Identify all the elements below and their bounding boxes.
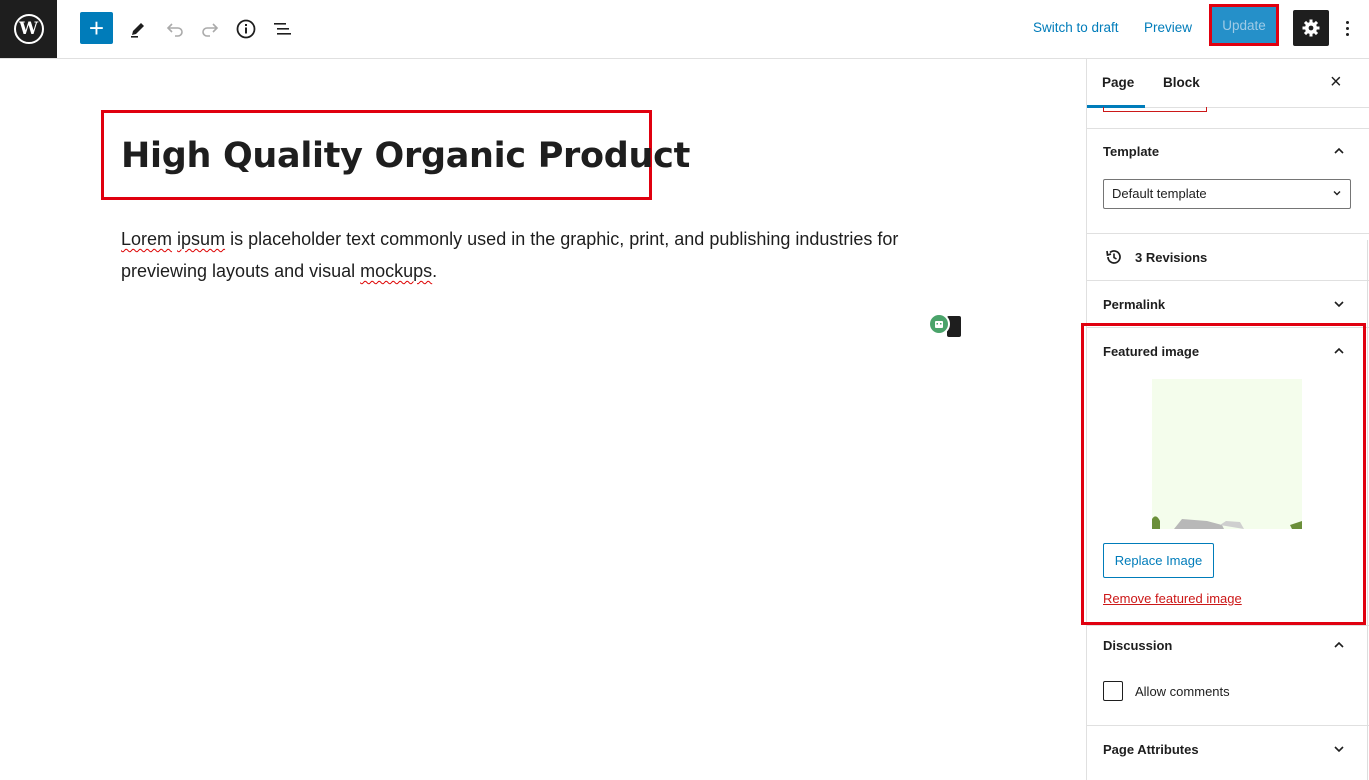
misspelled-word: mockups	[360, 261, 433, 281]
preview-button[interactable]: Preview	[1144, 20, 1192, 35]
redo-button[interactable]	[193, 12, 227, 46]
allow-comments-label: Allow comments	[1135, 684, 1230, 699]
options-menu-button[interactable]	[1338, 12, 1356, 44]
chevron-down-icon[interactable]	[1334, 299, 1344, 309]
previous-panel-remnant	[1103, 107, 1207, 112]
tab-block[interactable]: Block	[1163, 75, 1200, 90]
editor-toolbar: W + Switch to draft Preview Update	[0, 0, 1369, 59]
permalink-panel-title[interactable]: Permalink	[1103, 297, 1165, 312]
undo-button[interactable]	[158, 12, 192, 46]
kebab-icon	[1345, 20, 1349, 36]
gear-icon	[1302, 19, 1320, 37]
sidebar-scrollbar[interactable]	[1367, 240, 1368, 780]
post-title[interactable]: High Quality Organic Product	[121, 136, 690, 176]
paragraph-text-end: .	[432, 261, 438, 281]
tools-button[interactable]	[121, 12, 155, 46]
template-select-value: Default template	[1112, 186, 1207, 201]
list-view-icon	[274, 23, 291, 35]
add-block-button[interactable]: +	[80, 12, 113, 44]
chevron-down-icon[interactable]	[1334, 744, 1344, 754]
tab-page[interactable]: Page	[1102, 75, 1134, 90]
undo-icon	[166, 23, 183, 37]
revisions-panel[interactable]	[1087, 234, 1369, 281]
misspelled-word: Lorem	[121, 229, 173, 249]
featured-image-highlight-box	[1081, 323, 1366, 625]
template-panel-title[interactable]: Template	[1103, 144, 1159, 159]
close-icon[interactable]: ×	[1330, 71, 1342, 94]
revisions-icon	[1106, 250, 1121, 264]
plus-icon: +	[88, 12, 105, 43]
chevron-up-icon[interactable]	[1334, 640, 1344, 650]
info-icon	[236, 19, 256, 39]
redo-icon	[202, 23, 219, 37]
allow-comments-checkbox[interactable]	[1103, 681, 1123, 701]
bot-icon[interactable]	[928, 313, 961, 338]
wordpress-logo-glyph: W	[13, 14, 44, 44]
misspelled-word: ipsum	[177, 229, 226, 249]
details-button[interactable]	[229, 12, 263, 46]
sidebar-tabs: Page Block ×	[1087, 59, 1369, 108]
settings-button[interactable]	[1293, 10, 1329, 46]
template-select[interactable]: Default template	[1103, 179, 1351, 209]
chevron-up-icon[interactable]	[1334, 146, 1344, 156]
switch-to-draft-button[interactable]: Switch to draft	[1033, 20, 1119, 35]
list-view-button[interactable]	[266, 12, 300, 46]
discussion-panel-title[interactable]: Discussion	[1103, 638, 1172, 653]
chevron-down-icon	[1333, 191, 1341, 196]
paragraph-text: is placeholder text commonly used in the…	[121, 229, 899, 281]
pencil-icon	[131, 23, 144, 38]
revisions-link[interactable]: 3 Revisions	[1135, 250, 1207, 265]
page-attributes-panel-title[interactable]: Page Attributes	[1103, 742, 1199, 757]
paragraph-block[interactable]: Lorem ipsum is placeholder text commonly…	[121, 223, 951, 287]
update-button[interactable]: Update	[1212, 7, 1276, 43]
wordpress-logo-icon[interactable]: W	[0, 0, 57, 58]
